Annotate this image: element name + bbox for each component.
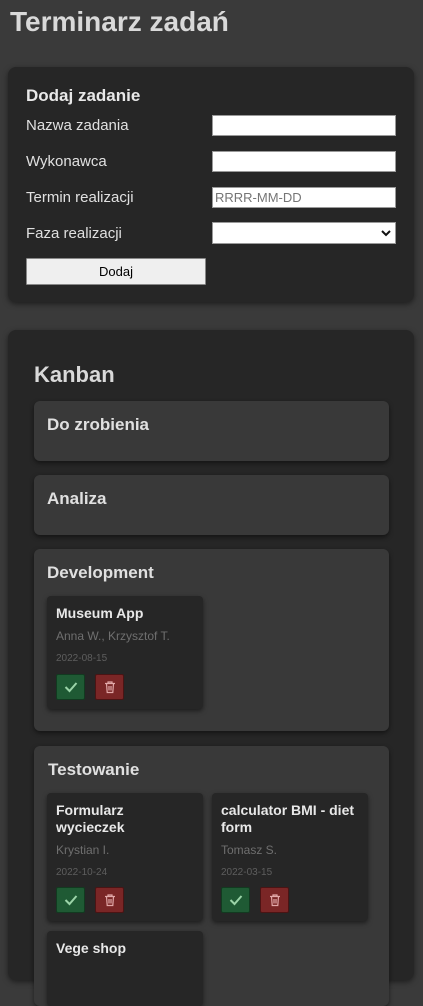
mark-done-button[interactable]	[221, 887, 250, 913]
trash-icon	[269, 894, 280, 907]
task-card: Museum App Anna W., Krzysztof T. 2022-08…	[47, 596, 203, 709]
deadline-label: Termin realizacji	[26, 189, 134, 206]
delete-task-button[interactable]	[95, 887, 124, 913]
phase-label: Faza realizacji	[26, 225, 122, 242]
delete-task-button[interactable]	[95, 674, 124, 700]
column-title: Analiza	[47, 489, 107, 508]
task-assignee: Anna W., Krzysztof T.	[56, 629, 170, 643]
column-title: Do zrobienia	[47, 415, 150, 434]
column-testowanie: Testowanie Formularz wycieczek Krystian …	[34, 746, 389, 1006]
kanban-title: Kanban	[34, 362, 115, 387]
task-card: Formularz wycieczek Krystian I. 2022-10-…	[47, 793, 203, 921]
assignee-label: Wykonawca	[26, 153, 107, 170]
task-title: Museum App	[56, 605, 144, 621]
task-date: 2022-08-15	[56, 653, 108, 664]
add-task-button[interactable]: Dodaj	[26, 258, 206, 285]
chevron-down-icon	[381, 230, 391, 237]
check-icon	[229, 895, 242, 906]
add-task-form: Dodaj zadanie Nazwa zadania Wykonawca Te…	[8, 67, 414, 302]
task-card: Vege shop	[47, 931, 203, 1006]
delete-task-button[interactable]	[260, 887, 289, 913]
form-heading: Dodaj zadanie	[26, 86, 141, 105]
check-icon	[64, 682, 77, 693]
trash-icon	[104, 894, 115, 907]
trash-icon	[104, 681, 115, 694]
mark-done-button[interactable]	[56, 674, 85, 700]
task-title: Formularz wycieczek	[56, 802, 125, 835]
column-do-zrobienia: Do zrobienia	[34, 401, 389, 461]
task-name-label: Nazwa zadania	[26, 117, 129, 134]
task-title: calculator BMI - diet form	[221, 802, 355, 835]
kanban-board: Kanban Do zrobienia Analiza Development …	[8, 330, 414, 1006]
task-date: 2022-03-15	[221, 867, 273, 878]
app-title: Terminarz zadań	[10, 6, 229, 37]
deadline-input[interactable]	[212, 187, 396, 208]
task-date: 2022-10-24	[56, 867, 108, 878]
column-title: Testowanie	[48, 760, 140, 779]
task-assignee: Krystian I.	[56, 843, 110, 857]
phase-select[interactable]	[212, 222, 396, 244]
task-card: calculator BMI - diet form Tomasz S. 202…	[212, 793, 368, 921]
task-name-input[interactable]	[212, 115, 396, 136]
task-assignee: Tomasz S.	[221, 843, 278, 857]
mark-done-button[interactable]	[56, 887, 85, 913]
column-analiza: Analiza	[34, 475, 389, 535]
assignee-input[interactable]	[212, 151, 396, 172]
task-title: Vege shop	[56, 940, 127, 956]
column-development: Development Museum App Anna W., Krzyszto…	[34, 549, 389, 731]
column-title: Development	[47, 563, 154, 582]
check-icon	[64, 895, 77, 906]
